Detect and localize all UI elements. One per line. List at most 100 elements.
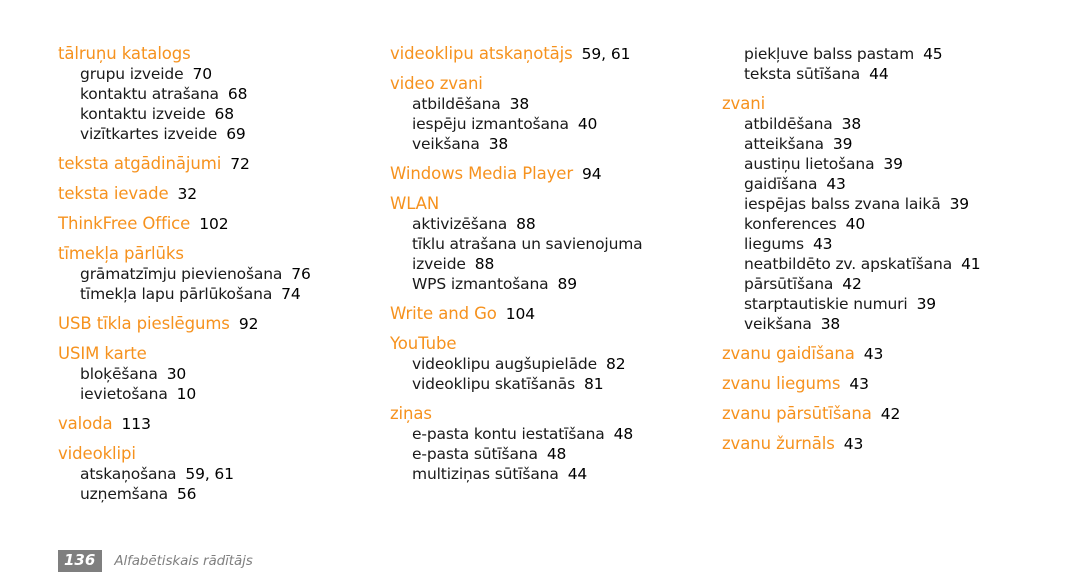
index-entry-label: videoklipi bbox=[58, 444, 136, 463]
index-entry-pages: 38 bbox=[488, 135, 509, 153]
index-subentry: WPS izmantošana 89 bbox=[390, 274, 652, 294]
index-entry-pages: 41 bbox=[961, 255, 981, 273]
index-entry-label: veikšana bbox=[744, 315, 812, 333]
index-heading: tālruņu katalogs bbox=[58, 44, 322, 64]
index-entry-label: kontaktu atrašana bbox=[80, 85, 219, 103]
index-entry-label: grupu izveide bbox=[80, 65, 184, 83]
index-entry-pages: 72 bbox=[230, 155, 250, 173]
index-entry-pages: 88 bbox=[474, 255, 495, 273]
index-subentry: teksta sūtīšana 44 bbox=[722, 64, 982, 84]
index-entry-label: tālruņu katalogs bbox=[58, 44, 191, 63]
index-entry-pages: 44 bbox=[869, 65, 889, 83]
index-entry-label: iespējas balss zvana laikā bbox=[744, 195, 941, 213]
index-entry-label: tīklu atrašana un savienojuma izveide bbox=[412, 235, 643, 273]
index-column-1: tālruņu katalogs grupu izveide 70 kontaktu … bbox=[0, 44, 330, 504]
index-heading: USIM karte bbox=[58, 344, 322, 364]
index-entry-pages: 76 bbox=[291, 265, 311, 283]
index-entry-pages: 92 bbox=[238, 315, 259, 333]
index-entry-pages: 44 bbox=[567, 465, 588, 483]
index-entry-label: videoklipu augšupielāde bbox=[412, 355, 597, 373]
index-entry-pages: 43 bbox=[843, 435, 864, 453]
index-subentry: konferences 40 bbox=[722, 214, 982, 234]
index-subentry: liegums 43 bbox=[722, 234, 982, 254]
index-entry-pages: 43 bbox=[812, 235, 833, 253]
index-heading: videoklipi bbox=[58, 444, 322, 464]
index-entry-label: austiņu lietošana bbox=[744, 155, 875, 173]
index-column-3: piekļuve balss pastam 45 teksta sūtīšana 44… bbox=[660, 44, 990, 454]
index-subentry: kontaktu atrašana 68 bbox=[58, 84, 322, 104]
index-entry-pages: 40 bbox=[845, 215, 866, 233]
index-entry-pages: 74 bbox=[281, 285, 301, 303]
index-entry-pages: 45 bbox=[923, 45, 943, 63]
index-subentry: vizītkartes izveide 69 bbox=[58, 124, 322, 144]
index-subentry: atskaņošana 59, 61 bbox=[58, 464, 322, 484]
index-entry-pages: 38 bbox=[509, 95, 530, 113]
index-entry-label: YouTube bbox=[390, 334, 457, 353]
index-subentry: aktivizēšana 88 bbox=[390, 214, 652, 234]
index-entry-label: USIM karte bbox=[58, 344, 147, 363]
index-entry-pages: 43 bbox=[826, 175, 846, 193]
index-heading: WLAN bbox=[390, 194, 652, 214]
index-entry-pages: 69 bbox=[226, 125, 246, 143]
index-entry-pages: 70 bbox=[192, 65, 213, 83]
index-subentry: grāmatzīmju pievienošana 76 bbox=[58, 264, 322, 284]
index-entry-label: WPS izmantošana bbox=[412, 275, 549, 293]
index-entry-pages: 39 bbox=[832, 135, 853, 153]
index-entry-label: videoklipu skatīšanās bbox=[412, 375, 575, 393]
index-subentry: atbildēšana 38 bbox=[722, 114, 982, 134]
page-footer: 136 Alfabētiskais rādītājs bbox=[58, 550, 253, 572]
index-entry-label: starptautiskie numuri bbox=[744, 295, 908, 313]
index-heading: video zvani bbox=[390, 74, 652, 94]
index-entry-label: neatbildēto zv. apskatīšana bbox=[744, 255, 953, 273]
index-entry-pages: 56 bbox=[176, 485, 197, 503]
index-entry-pages: 48 bbox=[613, 425, 634, 443]
index-entry-pages: 102 bbox=[199, 215, 229, 233]
index-entry-label: iespēju izmantošana bbox=[412, 115, 569, 133]
index-subentry: starptautiskie numuri 39 bbox=[722, 294, 982, 314]
index-entry-label: veikšana bbox=[412, 135, 480, 153]
index-entry-label: liegums bbox=[744, 235, 804, 253]
index-entry-label: aktivizēšana bbox=[412, 215, 508, 233]
index-entry-label: gaidīšana bbox=[744, 175, 818, 193]
index-entry-pages: 42 bbox=[880, 405, 901, 423]
index-entry-label: atbildēšana bbox=[412, 95, 501, 113]
index-entry-pages: 68 bbox=[214, 105, 235, 123]
index-subentry: neatbildēto zv. apskatīšana 41 bbox=[722, 254, 982, 274]
index-heading: zvani bbox=[722, 94, 982, 114]
index-subentry: ievietošana 10 bbox=[58, 384, 322, 404]
index-entry-label: valoda bbox=[58, 414, 113, 433]
index-entry-pages: 104 bbox=[505, 305, 536, 323]
index-entry-label: ziņas bbox=[390, 404, 432, 423]
index-entry-label: tīmekļa pārlūks bbox=[58, 244, 184, 263]
index-subentry: videoklipu skatīšanās 81 bbox=[390, 374, 652, 394]
index-entry-label: teksta sūtīšana bbox=[744, 65, 861, 83]
index-entry-label: atteikšana bbox=[744, 135, 824, 153]
index-entry-label: atbildēšana bbox=[744, 115, 833, 133]
index-subentry: piekļuve balss pastam 45 bbox=[722, 44, 982, 64]
index-heading: zvanu gaidīšana 43 bbox=[722, 344, 982, 364]
index-entry-pages: 39 bbox=[916, 295, 937, 313]
index-subentry: pārsūtīšana 42 bbox=[722, 274, 982, 294]
index-entry-label: atskaņošana bbox=[80, 465, 177, 483]
footer-section-label: Alfabētiskais rādītājs bbox=[114, 553, 253, 569]
index-entry-label: video zvani bbox=[390, 74, 483, 93]
index-entry-pages: 38 bbox=[820, 315, 841, 333]
index-entry-label: Windows Media Player bbox=[390, 164, 574, 183]
index-entry-label: WLAN bbox=[390, 194, 440, 213]
index-entry-label: bloķēšana bbox=[80, 365, 158, 383]
index-subentry: uzņemšana 56 bbox=[58, 484, 322, 504]
index-entry-pages: 39 bbox=[883, 155, 903, 173]
page-number: 136 bbox=[58, 550, 103, 572]
index-columns: tālruņu katalogs grupu izveide 70 kontaktu … bbox=[0, 44, 1080, 504]
index-subentry: iespējas balss zvana laikā 39 bbox=[722, 194, 982, 214]
index-subentry: gaidīšana 43 bbox=[722, 174, 982, 194]
index-entry-label: pārsūtīšana bbox=[744, 275, 834, 293]
index-entry-pages: 81 bbox=[584, 375, 604, 393]
index-subentry: atteikšana 39 bbox=[722, 134, 982, 154]
index-entry-label: e-pasta kontu iestatīšana bbox=[412, 425, 605, 443]
index-entry-label: USB tīkla pieslēgums bbox=[58, 314, 230, 333]
index-entry-pages: 89 bbox=[557, 275, 578, 293]
index-entry-label: grāmatzīmju pievienošana bbox=[80, 265, 283, 283]
index-entry-pages: 10 bbox=[176, 385, 197, 403]
index-entry-label: multiziņas sūtīšana bbox=[412, 465, 559, 483]
